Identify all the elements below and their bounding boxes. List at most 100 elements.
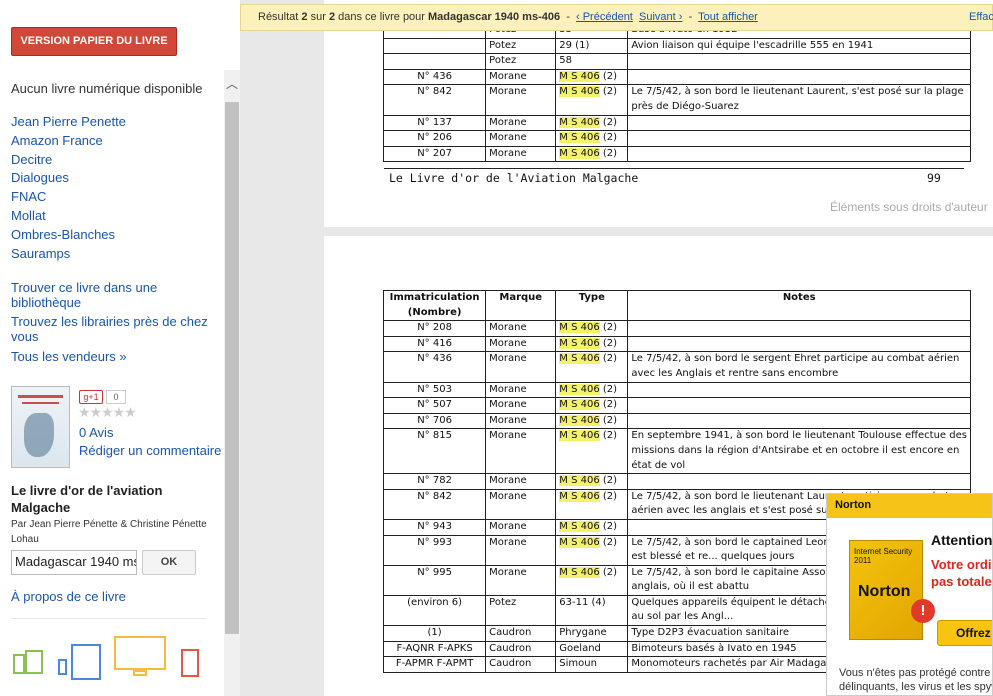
- make-cell: Morane: [485, 518, 557, 536]
- type-cell: 63-11 (4): [555, 594, 629, 627]
- rating-stars-icon[interactable]: ★★★★★: [78, 404, 137, 421]
- notes-cell: [627, 130, 971, 147]
- make-cell: Morane: [485, 335, 557, 353]
- next-result-link[interactable]: Suivant ›: [639, 11, 682, 23]
- registration-cell: (1): [382, 625, 487, 642]
- book-page: Potez33Basé à Ivato en 1932Potez29 (1)Av…: [324, 0, 993, 227]
- book-cover-thumbnail[interactable]: [11, 386, 70, 468]
- registration-cell: N° 706: [382, 412, 487, 430]
- type-cell: M S 406 (2): [555, 518, 629, 536]
- registration-cell: N° 503: [382, 381, 487, 399]
- notes-cell: [627, 53, 971, 70]
- page-number: 99: [927, 171, 941, 185]
- no-ebook-label: Aucun livre numérique disponible: [11, 81, 203, 96]
- seller-link[interactable]: Ombres-Blanches: [11, 226, 126, 245]
- norton-logo: Norton: [835, 499, 872, 511]
- table-row: N° 503 Morane M S 406 (2): [382, 381, 971, 399]
- divider: [11, 618, 206, 619]
- sidebar-scrollbar[interactable]: ︿: [224, 70, 240, 696]
- table-row: N° 416 Morane M S 406 (2): [382, 335, 971, 353]
- type-cell: 58: [555, 53, 629, 70]
- table-row: N° 206 Morane M S 406 (2): [382, 130, 971, 147]
- type-cell: M S 406 (2): [555, 488, 629, 520]
- notes-cell: [627, 114, 971, 132]
- registration-cell: F-AQNR F-APKS: [382, 640, 487, 658]
- type-cell: M S 406 (2): [555, 473, 629, 490]
- make-cell: Morane: [485, 68, 557, 86]
- sidebar: VERSION PAPIER DU LIVRE Aucun livre numé…: [0, 0, 240, 696]
- type-cell: M S 406 (2): [555, 412, 629, 430]
- make-cell: Morane: [485, 114, 557, 132]
- all-sellers-link[interactable]: Tous les vendeurs »: [11, 349, 216, 364]
- show-all-link[interactable]: Tout afficher: [698, 11, 758, 23]
- clear-search-link[interactable]: Effacer: [969, 5, 993, 30]
- previous-result-link[interactable]: ‹ Précédent: [576, 11, 633, 23]
- registration-cell: N° 842: [382, 488, 487, 520]
- registration-cell: N° 208: [382, 320, 487, 337]
- seller-link[interactable]: FNAC: [11, 188, 126, 207]
- devices-illustration: [11, 632, 211, 682]
- seller-link[interactable]: Decitre: [11, 151, 126, 170]
- notes-cell: [627, 335, 971, 353]
- search-in-book-input[interactable]: Madagascar 1940 ms-406: [11, 550, 137, 575]
- reviews-link[interactable]: 0 Avis: [79, 425, 113, 440]
- make-cell: Potez: [485, 37, 557, 55]
- table-row: Potez 58: [382, 53, 971, 70]
- type-cell: M S 406 (2): [555, 145, 629, 163]
- seller-link[interactable]: Jean Pierre Penette: [11, 113, 126, 132]
- write-review-link[interactable]: Rédiger un commentaire: [79, 443, 221, 458]
- seller-link[interactable]: Mollat: [11, 207, 126, 226]
- registration-cell: N° 416: [382, 335, 487, 353]
- make-cell: Morane: [485, 428, 557, 475]
- buy-paper-book-button[interactable]: VERSION PAPIER DU LIVRE: [11, 27, 177, 56]
- search-highlight: M S 406: [559, 116, 600, 128]
- norton-warning: Votre ordi pas totale: [931, 557, 992, 589]
- registration-cell: N° 207: [382, 145, 487, 163]
- google-plus-button[interactable]: g+1: [79, 390, 103, 404]
- table-header-row: Immatriculation (Nombre) Marque Type Not…: [382, 289, 971, 322]
- type-cell: M S 406 (2): [555, 534, 629, 566]
- column-header: Type: [555, 289, 629, 322]
- about-book-link[interactable]: À propos de ce livre: [11, 589, 126, 604]
- search-ok-button[interactable]: OK: [142, 550, 196, 575]
- ereader-icon: [181, 649, 199, 677]
- make-cell: Morane: [485, 130, 557, 147]
- make-cell: Morane: [485, 145, 557, 163]
- search-highlight: M S 406: [559, 322, 600, 334]
- type-cell: M S 406 (2): [555, 381, 629, 399]
- search-results-bar: Résultat 2 sur 2 dans ce livre pour Mada…: [240, 4, 993, 31]
- type-cell: M S 406 (2): [555, 564, 629, 596]
- type-cell: Simoun: [555, 656, 629, 673]
- norton-alert-title: Attention: [931, 532, 993, 548]
- find-bookstores-link[interactable]: Trouvez les librairies près de chez vous: [11, 314, 216, 344]
- type-cell: M S 406 (2): [555, 351, 629, 383]
- search-query: Madagascar 1940 ms-406: [428, 11, 561, 23]
- make-cell: Morane: [485, 320, 557, 337]
- page-footer-title: Le Livre d'or de l'Aviation Malgache: [389, 171, 639, 185]
- seller-link[interactable]: Sauramps: [11, 245, 126, 264]
- make-cell: Caudron: [485, 640, 557, 658]
- search-highlight: M S 406: [559, 475, 600, 487]
- table-row: N° 815 Morane M S 406 (2) En septembre 1941…: [382, 428, 971, 475]
- notes-cell: [627, 412, 971, 430]
- notes-cell: Avion liaison qui équipe l'escadrille 55…: [627, 37, 971, 55]
- seller-link[interactable]: Amazon France: [11, 132, 126, 151]
- seller-list: Jean Pierre Penette Amazon France Decitr…: [11, 113, 126, 263]
- norton-offer-button[interactable]: Offrez: [937, 620, 992, 646]
- norton-ad-popup[interactable]: Norton Internet Security 2011 Norton ! A…: [826, 493, 993, 696]
- notes-cell: [627, 145, 971, 163]
- notes-cell: Le 7/5/42, à son bord le lieutenant Laur…: [627, 84, 971, 116]
- chevron-up-icon[interactable]: ︿: [224, 76, 240, 92]
- seller-link[interactable]: Dialogues: [11, 169, 126, 188]
- search-highlight: M S 406: [559, 132, 600, 144]
- make-cell: Morane: [485, 381, 557, 399]
- warning-icon: !: [911, 599, 935, 623]
- search-highlight: M S 406: [559, 536, 600, 548]
- table-row: N° 436 Morane M S 406 (2): [382, 68, 971, 86]
- table-row: N° 782 Morane M S 406 (2): [382, 473, 971, 490]
- scrollbar-thumb[interactable]: [225, 102, 239, 634]
- phone-icon: [13, 654, 25, 674]
- notes-cell: [627, 397, 971, 414]
- table-row: N° 507 Morane M S 406 (2): [382, 397, 971, 414]
- find-library-link[interactable]: Trouver ce livre dans une bibliothèque: [11, 280, 216, 310]
